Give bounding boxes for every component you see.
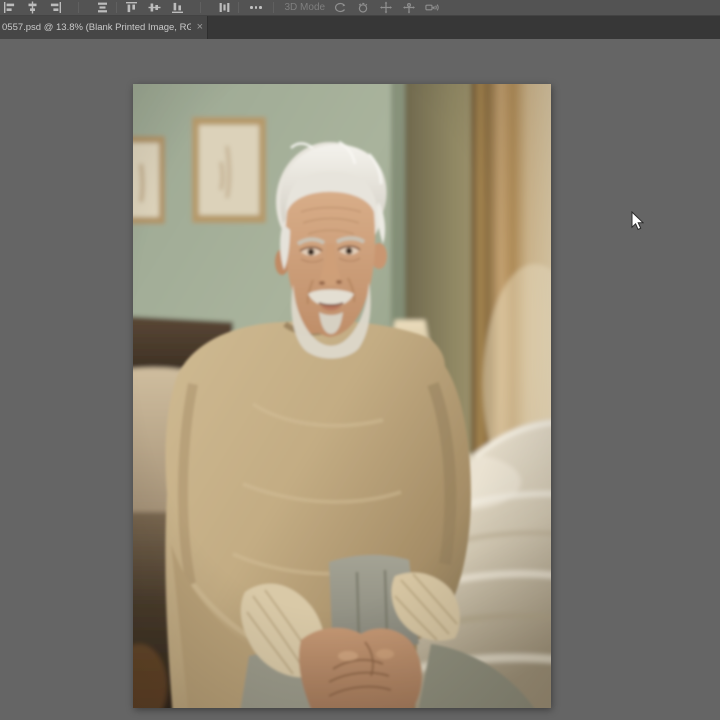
document-tab[interactable]: 0557.psd @ 13.8% (Blank Printed Image, R… [0, 16, 208, 39]
align-horizontal-centers-icon[interactable] [25, 1, 39, 14]
3d-slide-icon[interactable] [402, 1, 416, 14]
options-bar: 3D Mode [0, 0, 720, 16]
align-top-edges-icon[interactable] [124, 1, 138, 14]
separator [78, 2, 79, 13]
separator [273, 2, 274, 13]
canvas-area[interactable] [0, 39, 720, 720]
3d-mode-icons-group [333, 1, 439, 14]
distribute-horizontally-icon[interactable] [95, 1, 109, 14]
tab-bar: 0557.psd @ 13.8% (Blank Printed Image, R… [0, 16, 720, 39]
3d-pan-icon[interactable] [379, 1, 393, 14]
distribute-vertically-icon[interactable] [217, 1, 231, 14]
document-tab-title: 0557.psd @ 13.8% (Blank Printed Image, R… [2, 22, 191, 33]
vignette-overlay [133, 84, 551, 708]
tab-close-icon[interactable]: × [197, 22, 203, 33]
separator [116, 2, 117, 13]
align-vertical-group [124, 1, 231, 14]
align-left-edges-icon[interactable] [2, 1, 16, 14]
mouse-cursor [631, 211, 644, 231]
3d-roll-icon[interactable] [356, 1, 370, 14]
align-vertical-centers-icon[interactable] [147, 1, 161, 14]
3d-orbit-icon[interactable] [333, 1, 347, 14]
align-bottom-edges-icon[interactable] [170, 1, 184, 14]
align-icons-group [2, 1, 109, 14]
photo-canvas[interactable] [133, 84, 551, 708]
3d-zoom-camera-icon[interactable] [425, 1, 439, 14]
separator [200, 2, 201, 13]
photoshop-window: 3D Mode 0557.psd @ 13.8% (Blank Printed … [0, 0, 720, 720]
3d-mode-label: 3D Mode [285, 2, 326, 13]
separator [238, 2, 239, 13]
align-right-edges-icon[interactable] [48, 1, 62, 14]
more-options-icon[interactable] [250, 6, 262, 9]
